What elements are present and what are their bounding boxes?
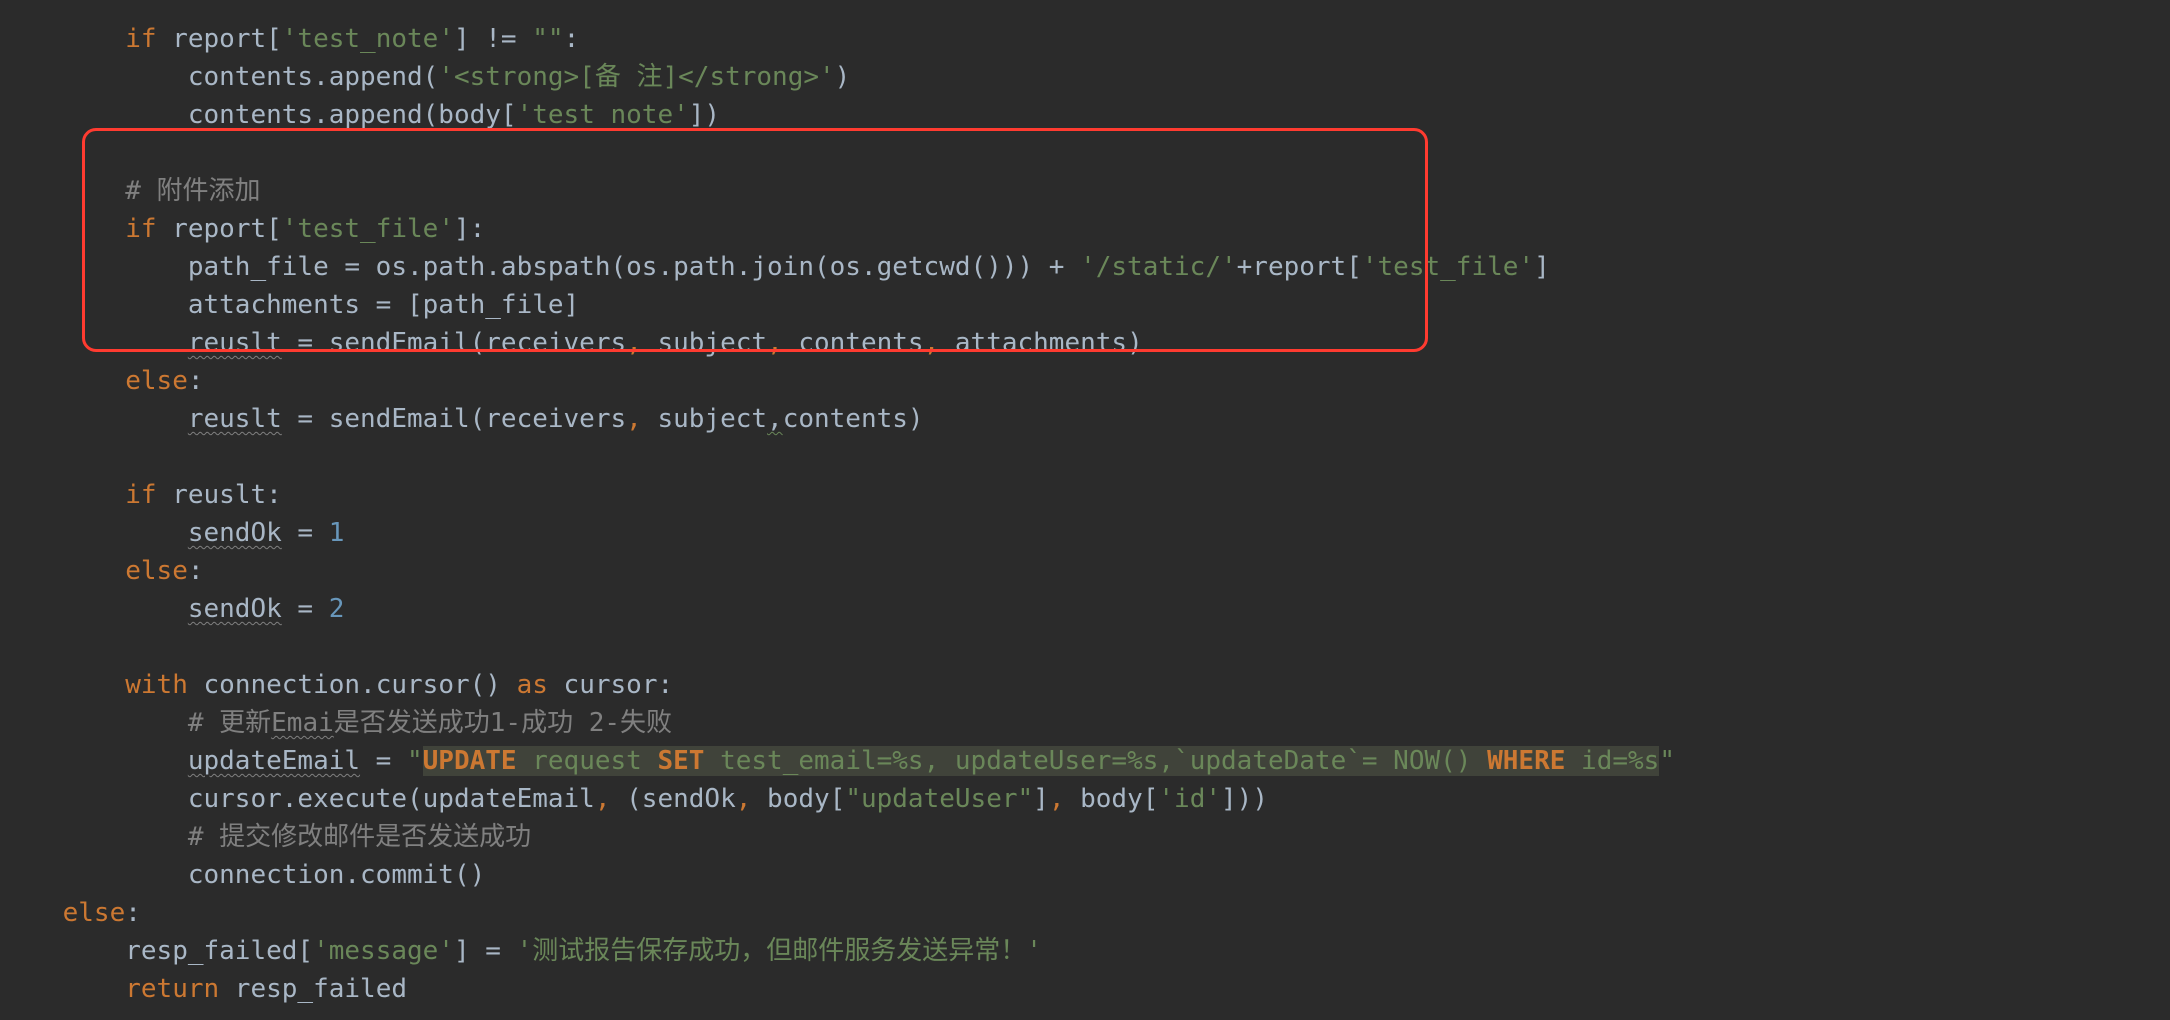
code-editor[interactable]: if report['test_note'] != "": contents.a… — [0, 0, 2170, 1008]
code-line: if report['test_note'] != "": contents.a… — [0, 24, 1675, 1004]
